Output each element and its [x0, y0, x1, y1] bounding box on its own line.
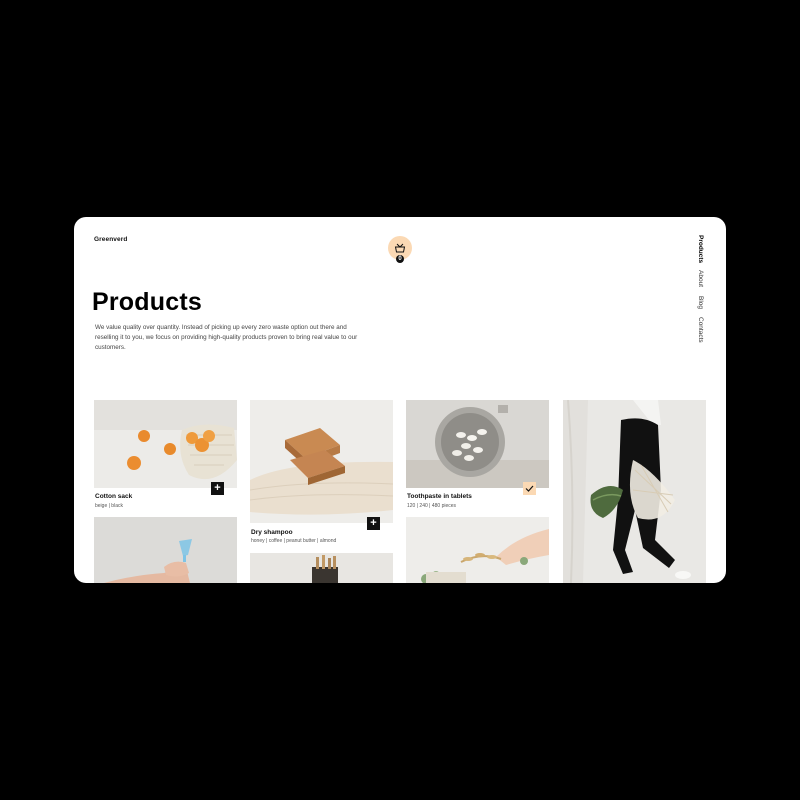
products-page-card: Greenverd 0 Products About Blog Contacts…	[74, 217, 726, 583]
product-options: beige | black	[95, 503, 123, 509]
cart-button[interactable]: 0	[388, 236, 412, 263]
nav-item-blog[interactable]: Blog	[697, 296, 704, 309]
product-name[interactable]: Cotton sack	[95, 493, 132, 500]
add-to-cart-button[interactable]: +	[211, 482, 224, 495]
shopping-basket-icon	[394, 243, 406, 253]
cart-count-badge: 0	[396, 255, 404, 263]
side-navigation: Products About Blog Contacts	[695, 235, 711, 355]
product-image-dry-shampoo[interactable]	[250, 400, 393, 523]
add-to-cart-button[interactable]: +	[367, 517, 380, 530]
nav-item-about[interactable]: About	[697, 270, 704, 287]
product-image-cotton-sack[interactable]	[94, 400, 237, 488]
product-image-menstrual-cup[interactable]	[94, 517, 237, 583]
nav-item-contacts[interactable]: Contacts	[697, 317, 704, 343]
product-name[interactable]: Dry shampoo	[251, 529, 293, 536]
added-to-cart-button[interactable]	[523, 482, 536, 495]
nav-item-products[interactable]: Products	[697, 235, 704, 263]
product-image-dried-plants[interactable]	[406, 517, 549, 583]
product-name[interactable]: Toothpaste in tablets	[407, 493, 472, 500]
page-title: Products	[92, 288, 202, 316]
brand-logo[interactable]: Greenverd	[94, 236, 127, 243]
product-image-mesh-bag[interactable]	[563, 400, 706, 583]
product-image-bamboo-toothbrushes[interactable]	[250, 553, 393, 583]
check-icon	[525, 485, 534, 492]
page-description: We value quality over quantity. Instead …	[95, 324, 358, 351]
product-options: 120 | 240 | 480 pieces	[407, 503, 457, 509]
product-image-toothpaste-tablets[interactable]	[406, 400, 549, 488]
product-options: honey | coffee | peanut butter | almond	[251, 538, 337, 544]
